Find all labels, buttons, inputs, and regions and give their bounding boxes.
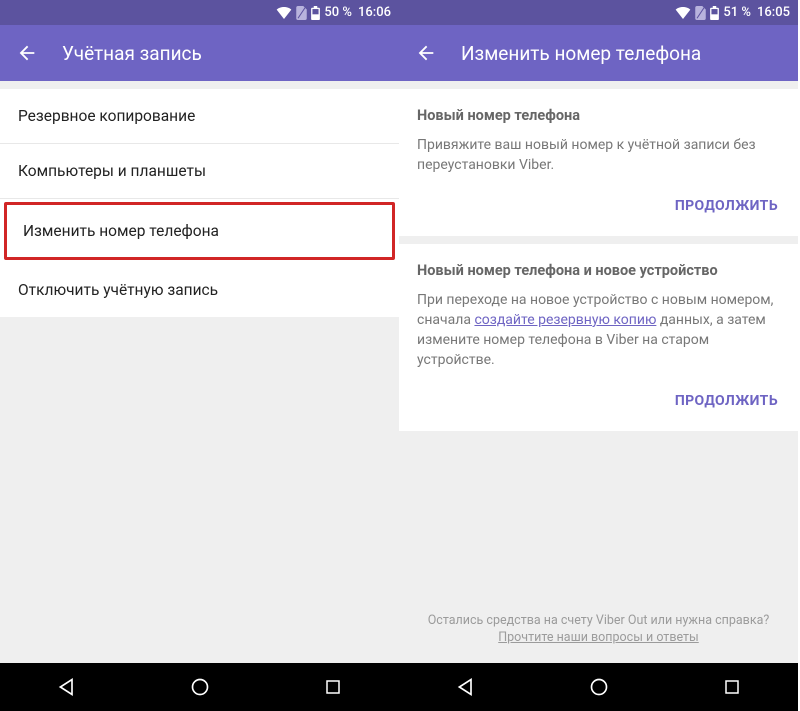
- sim-icon: [695, 6, 706, 20]
- nav-back-icon[interactable]: [37, 669, 97, 705]
- footer-help: Остались средства на счету Viber Out или…: [399, 601, 798, 663]
- card-text: Привяжите ваш новый номер к учётной запи…: [417, 135, 780, 176]
- list-item-deactivate[interactable]: Отключить учётную запись: [0, 263, 399, 317]
- nav-home-icon[interactable]: [170, 669, 230, 705]
- continue-button[interactable]: ПРОДОЛЖИТЬ: [673, 389, 780, 413]
- list-item-backup[interactable]: Резервное копирование: [0, 89, 399, 144]
- nav-home-icon[interactable]: [569, 669, 629, 705]
- battery-icon: [710, 6, 719, 20]
- card-text: При переходе на новое устройство с новым…: [417, 290, 780, 371]
- battery-percent: 51 %: [723, 5, 751, 20]
- card-new-number-device: Новый номер телефона и новое устройство …: [399, 244, 798, 431]
- nav-back-icon[interactable]: [436, 669, 496, 705]
- card-action-row: ПРОДОЛЖИТЬ: [417, 176, 780, 226]
- wifi-icon: [276, 7, 292, 19]
- settings-list: Резервное копирование Компьютеры и планш…: [0, 89, 399, 317]
- create-backup-link[interactable]: создайте резервную копию: [474, 312, 656, 328]
- continue-button[interactable]: ПРОДОЛЖИТЬ: [673, 194, 780, 218]
- phone-screen-left: 50 % 16:06 Учётная запись Резервное копи…: [0, 0, 399, 711]
- nav-recent-icon[interactable]: [304, 670, 362, 704]
- clock: 16:05: [757, 5, 790, 20]
- card-title: Новый номер телефона: [417, 107, 780, 124]
- card-action-row: ПРОДОЛЖИТЬ: [417, 371, 780, 421]
- back-arrow-icon[interactable]: [415, 42, 437, 64]
- faq-link[interactable]: Прочтите наши вопросы и ответы: [498, 630, 699, 645]
- content-area: Резервное копирование Компьютеры и планш…: [0, 81, 399, 663]
- card-new-number: Новый номер телефона Привяжите ваш новый…: [399, 89, 798, 236]
- battery-percent: 50 %: [324, 5, 352, 20]
- wifi-icon: [675, 7, 691, 19]
- page-title: Изменить номер телефона: [461, 42, 701, 65]
- back-arrow-icon[interactable]: [16, 42, 38, 64]
- sim-icon: [296, 6, 307, 20]
- status-bar: 51 % 16:05: [399, 0, 798, 25]
- card-title: Новый номер телефона и новое устройство: [417, 262, 780, 279]
- list-item-label: Изменить номер телефона: [23, 222, 219, 240]
- app-bar: Учётная запись: [0, 25, 399, 81]
- status-bar: 50 % 16:06: [0, 0, 399, 25]
- phone-screen-right: 51 % 16:05 Изменить номер телефона Новый…: [399, 0, 798, 711]
- content-area: Новый номер телефона Привяжите ваш новый…: [399, 81, 798, 663]
- footer-help-text: Остались средства на счету Viber Out или…: [417, 613, 780, 628]
- clock: 16:06: [358, 5, 391, 20]
- list-item-computers-tablets[interactable]: Компьютеры и планшеты: [0, 144, 399, 199]
- nav-recent-icon[interactable]: [703, 670, 761, 704]
- battery-icon: [311, 6, 320, 20]
- list-item-label: Резервное копирование: [18, 107, 195, 125]
- app-bar: Изменить номер телефона: [399, 25, 798, 81]
- page-title: Учётная запись: [62, 42, 202, 65]
- navigation-bar: [0, 663, 399, 711]
- list-item-label: Компьютеры и планшеты: [18, 162, 206, 180]
- navigation-bar: [399, 663, 798, 711]
- list-item-change-number[interactable]: Изменить номер телефона: [4, 202, 395, 260]
- list-item-label: Отключить учётную запись: [18, 281, 218, 299]
